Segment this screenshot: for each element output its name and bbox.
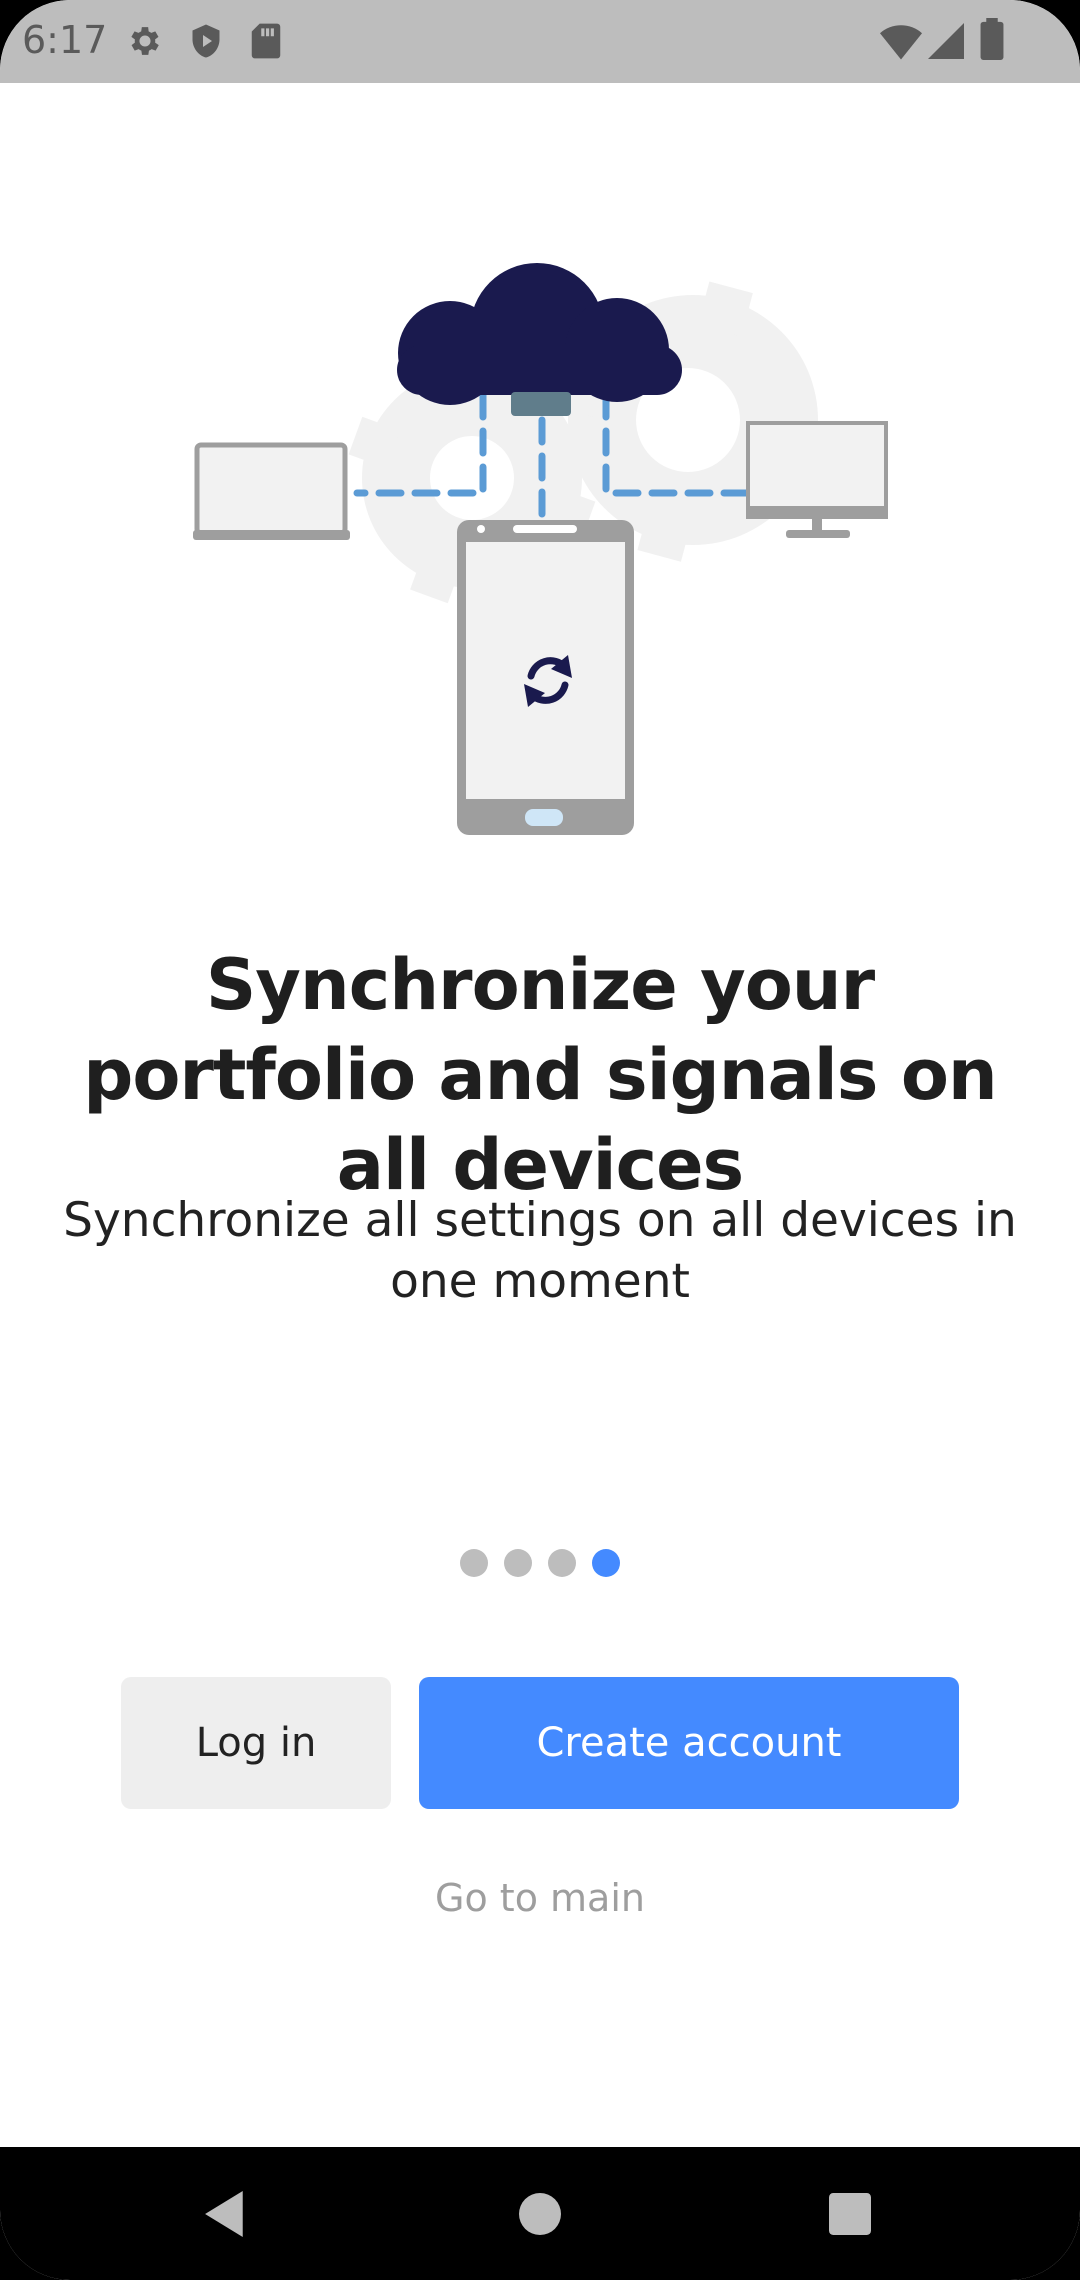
- laptop-icon: [193, 442, 350, 540]
- sync-illustration: [193, 263, 888, 835]
- back-icon[interactable]: [166, 2147, 286, 2280]
- cloud-icon: [397, 263, 682, 416]
- phone-icon: [457, 520, 634, 835]
- page-dot-2[interactable]: [504, 1549, 532, 1577]
- onboarding-title: Synchronize your portfolio and signals o…: [83, 944, 998, 1206]
- monitor-icon: [746, 421, 888, 538]
- page-indicator: [0, 1549, 1080, 1577]
- page-dot-3[interactable]: [548, 1549, 576, 1577]
- go-to-main-link[interactable]: Go to main: [0, 1876, 1080, 1920]
- create-account-button[interactable]: Create account: [419, 1677, 959, 1809]
- system-nav-bar: [0, 2147, 1080, 2280]
- app-screen: 6:17 Synchronize your portfolio and sign…: [0, 0, 1080, 2280]
- login-button[interactable]: Log in: [121, 1677, 391, 1809]
- home-icon[interactable]: [480, 2147, 600, 2280]
- page-dot-4-active[interactable]: [592, 1549, 620, 1577]
- onboarding-subtitle: Synchronize all settings on all devices …: [63, 1193, 1017, 1309]
- page-dot-1[interactable]: [460, 1549, 488, 1577]
- recents-icon[interactable]: [790, 2147, 910, 2280]
